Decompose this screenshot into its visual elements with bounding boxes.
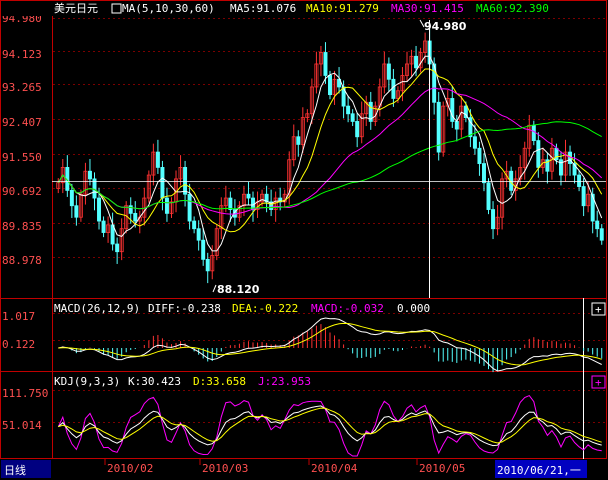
candle-body	[87, 170, 92, 180]
candle-body	[391, 78, 396, 99]
candle-body	[205, 258, 210, 272]
kdj-j-line	[57, 394, 602, 457]
candle-body	[160, 167, 165, 199]
plus-icon: +	[595, 376, 602, 389]
price-y-label: 89.835	[2, 220, 42, 233]
candle-body	[581, 186, 586, 207]
candle-body	[355, 121, 360, 138]
candle-body	[74, 205, 79, 218]
stock-chart[interactable]: 94.980 94.123 93.265 92.407 91.550 90.69…	[0, 0, 608, 480]
low-price-marker: 88.120	[217, 283, 260, 296]
ma30-value: MA30:91.415	[391, 2, 464, 15]
candle-body	[531, 124, 536, 141]
candle-body	[128, 205, 133, 214]
macd-dea-value: DEA:-0.222	[232, 302, 298, 315]
date-label: 2010/04	[311, 462, 358, 475]
candle-body	[101, 220, 106, 233]
macd-extra-value: 0.000	[397, 302, 430, 315]
candle-body	[577, 174, 582, 187]
candle-body	[491, 209, 496, 230]
candle-body	[472, 136, 477, 149]
macd-y-label: 1.017	[2, 310, 35, 323]
candle-body	[97, 197, 102, 222]
kdj-header: KDJ(9,3,3)	[54, 375, 120, 388]
candle-body	[228, 197, 233, 210]
high-price-marker: 94.980	[424, 20, 467, 33]
plus-icon: +	[595, 303, 602, 316]
macd-diff-value: DIFF:-0.238	[148, 302, 221, 315]
price-y-label: 90.692	[2, 185, 42, 198]
candle-body	[481, 163, 486, 184]
price-y-label: 91.550	[2, 151, 42, 164]
candle-body	[414, 55, 419, 69]
price-y-label: 93.265	[2, 81, 42, 94]
candle-body	[69, 189, 74, 207]
candle-body	[155, 151, 160, 168]
kdj-series	[57, 394, 602, 457]
price-y-label: 92.407	[2, 116, 42, 129]
kdj-j-value: J:23.953	[258, 375, 311, 388]
candle-body	[486, 182, 491, 210]
date-label: 2010/02	[107, 462, 153, 475]
ma60-value: MA60:92.390	[476, 2, 549, 15]
candle-body	[296, 136, 301, 145]
ma-header: MA(5,10,30,60)	[122, 2, 215, 15]
ma30-line	[57, 87, 603, 215]
candle-body	[536, 140, 541, 168]
candle-body	[192, 220, 197, 230]
date-label: 2010/03	[202, 462, 248, 475]
macd-header: MACD(26,12,9)	[54, 302, 140, 315]
kdj-y-label: 111.750	[2, 387, 48, 400]
candle-body	[183, 167, 188, 195]
candle-body	[599, 228, 604, 241]
macd-series	[58, 317, 603, 373]
candle-body	[346, 105, 351, 115]
candlestick-series	[56, 28, 604, 284]
candle-body	[595, 220, 600, 230]
date-label: 2010/05	[419, 462, 465, 475]
candle-body	[477, 147, 482, 164]
candle-body	[323, 52, 328, 76]
price-y-labels: 94.980 94.123 93.265 92.407 91.550 90.69…	[2, 12, 42, 267]
symbol-name: 美元日元	[54, 2, 98, 15]
candle-body	[328, 75, 332, 96]
candle-body	[115, 243, 120, 253]
candle-body	[201, 239, 206, 260]
ma5-value: MA5:91.076	[230, 2, 296, 15]
cursor-date: 2010/06/21,一	[497, 464, 581, 477]
kdj-d-value: D:33.658	[193, 375, 246, 388]
macd-y-label: 0.122	[2, 338, 35, 351]
candle-body	[187, 193, 192, 222]
macd-macd-value: MACD:-0.032	[311, 302, 384, 315]
price-y-label: 88.978	[2, 254, 42, 267]
ma10-value: MA10:91.279	[306, 2, 379, 15]
candle-body	[454, 121, 459, 130]
period-label: 日线	[4, 463, 26, 477]
candle-body	[350, 113, 355, 122]
candle-body	[386, 63, 391, 80]
candle-body	[554, 147, 559, 161]
candle-body	[164, 197, 169, 214]
candle-body	[196, 228, 201, 241]
low-marker-arrow	[212, 284, 217, 293]
candle-body	[133, 212, 138, 222]
candle-body	[246, 193, 251, 199]
kdj-y-label: 51.014	[2, 419, 42, 432]
kdj-k-value: K:30.423	[128, 375, 181, 388]
price-y-label: 94.123	[2, 48, 42, 61]
